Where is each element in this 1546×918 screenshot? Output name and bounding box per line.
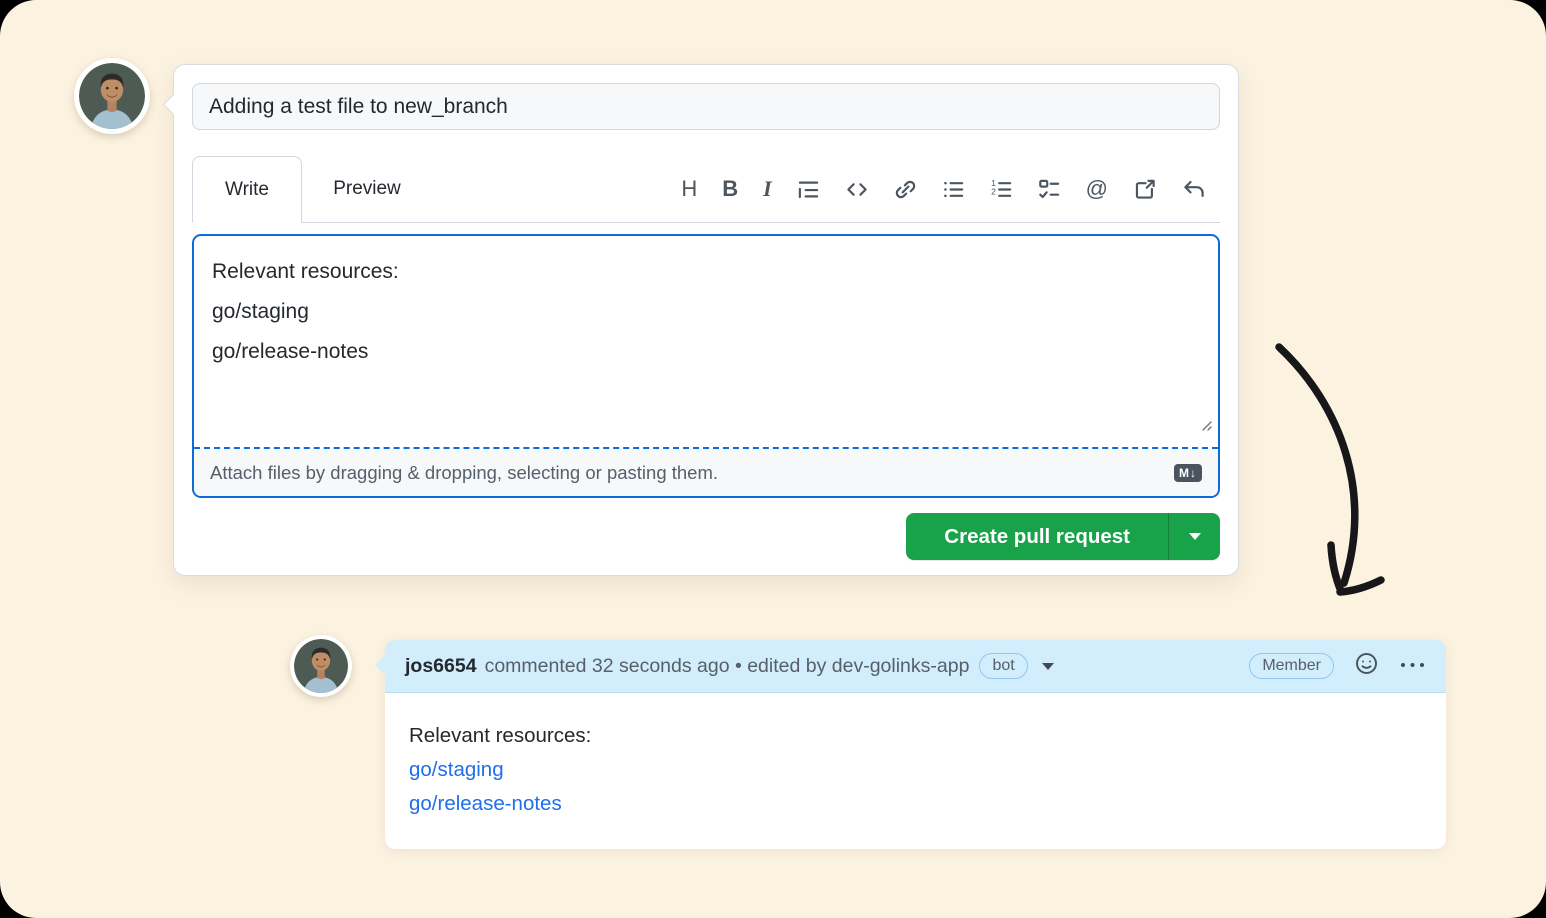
attach-files-bar[interactable]: Attach files by dragging & dropping, sel… — [194, 449, 1218, 496]
tasklist-icon[interactable] — [1038, 178, 1061, 201]
markdown-supported-icon[interactable]: M↓ — [1174, 464, 1202, 482]
comment-header-actions: Member — [1249, 651, 1426, 681]
page-canvas: Write Preview H B I — [0, 0, 1546, 918]
timeline-comment-card: jos6654 commented 32 seconds ago • edite… — [385, 640, 1446, 849]
create-pull-request-button[interactable]: Create pull request — [906, 513, 1168, 560]
quote-icon[interactable] — [797, 178, 820, 201]
create-pull-request-dropdown[interactable] — [1168, 513, 1220, 560]
comment-meta: commented 32 seconds ago • edited by dev… — [485, 655, 970, 678]
member-badge: Member — [1249, 653, 1334, 679]
dropdown-caret-icon[interactable] — [1042, 663, 1054, 670]
smiley-icon[interactable] — [1354, 651, 1379, 681]
comment-body: Relevant resources: go/staging go/releas… — [385, 693, 1446, 847]
bot-badge: bot — [979, 653, 1027, 679]
composer-pointer-notch — [163, 94, 184, 115]
comment-editor: Relevant resources: go/staging go/releas… — [192, 234, 1220, 498]
composer-actions-row: Create pull request — [192, 513, 1220, 560]
create-pull-request-split-button: Create pull request — [906, 513, 1220, 560]
attach-hint-text: Attach files by dragging & dropping, sel… — [210, 462, 718, 484]
comment-author[interactable]: jos6654 — [405, 655, 477, 678]
mention-icon[interactable]: @ — [1086, 178, 1108, 200]
avatar — [74, 58, 150, 134]
editor-line: go/release-notes — [212, 332, 1200, 372]
hand-drawn-arrow — [1255, 333, 1415, 623]
editor-line: Relevant resources: — [212, 252, 1200, 292]
reply-icon[interactable] — [1182, 178, 1206, 201]
go-link[interactable]: go/staging — [409, 753, 1422, 787]
comment-header: jos6654 commented 32 seconds ago • edite… — [385, 640, 1446, 693]
dropdown-caret-icon — [1189, 533, 1201, 540]
link-icon[interactable] — [894, 178, 917, 201]
kebab-menu-icon[interactable] — [1399, 657, 1426, 675]
bold-icon[interactable]: B — [722, 178, 738, 200]
markdown-toolbar: H B I — [681, 156, 1220, 222]
go-link[interactable]: go/release-notes — [409, 787, 1422, 821]
avatar — [290, 635, 352, 697]
composer-tabs-row: Write Preview H B I — [192, 156, 1220, 223]
comment-textarea[interactable]: Relevant resources: go/staging go/releas… — [194, 236, 1218, 447]
pull-request-composer-card: Write Preview H B I — [173, 64, 1239, 576]
tab-preview[interactable]: Preview — [302, 156, 432, 222]
resize-grip-icon[interactable] — [1199, 405, 1212, 445]
comment-text: Relevant resources: — [409, 719, 1422, 753]
ordered-list-icon[interactable]: 1 2 — [990, 178, 1013, 201]
svg-text:2: 2 — [991, 186, 996, 196]
comment-pointer-notch — [375, 655, 395, 675]
unordered-list-icon[interactable] — [942, 178, 965, 201]
editor-line: go/staging — [212, 292, 1200, 332]
tab-write[interactable]: Write — [192, 156, 302, 223]
cross-reference-icon[interactable] — [1133, 178, 1157, 201]
italic-icon[interactable]: I — [763, 178, 772, 200]
code-icon[interactable] — [845, 178, 869, 201]
pr-title-input[interactable] — [192, 83, 1220, 130]
heading-icon[interactable]: H — [681, 178, 697, 200]
